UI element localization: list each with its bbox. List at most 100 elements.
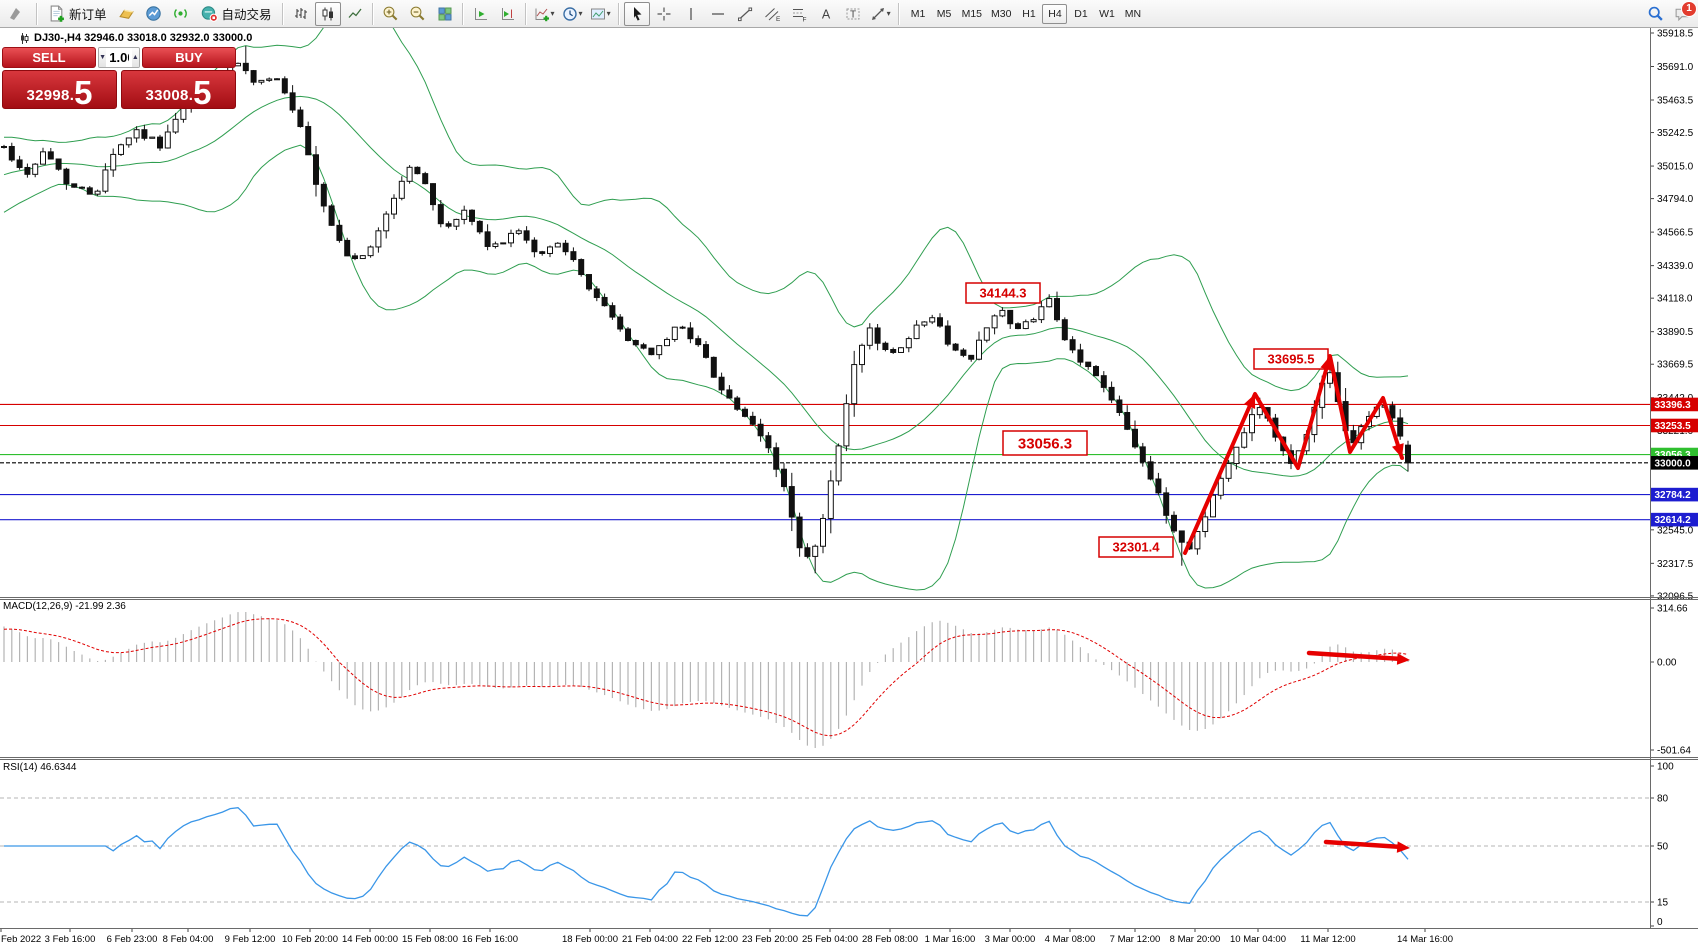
candle-body [1125,412,1130,429]
candle-body [984,328,989,340]
volume-decrease-button[interactable]: ▼ [99,48,106,67]
market-watch-button[interactable] [141,2,167,26]
svg-text:A: A [821,7,830,21]
time-tick-label: 3 Mar 00:00 [985,934,1036,945]
candle-body [1250,415,1255,433]
shapes-tool-button[interactable]: ▾ [867,2,894,26]
tab-timeframe-h4[interactable]: H4 [1042,4,1067,24]
chart-shift-button[interactable] [495,2,521,26]
channel-tool-button[interactable]: E [759,2,785,26]
candle-body [945,326,950,344]
time-tick-label: 21 Feb 04:00 [622,934,678,945]
macd-axis-label: -501.64 [1657,746,1691,757]
text-label-tool-button[interactable]: T [840,2,866,26]
candle-body [828,481,833,519]
candlestick-chart-button[interactable] [315,2,341,26]
indicators-button[interactable]: ▾ [531,2,558,26]
trendline-tool-button[interactable] [732,2,758,26]
candle-body [735,398,740,409]
price-annotation-text: 33695.5 [1268,352,1315,367]
sell-price-display[interactable]: 32998.5 [2,70,117,109]
notifications-button[interactable]: 1 [1669,2,1695,26]
search-button[interactable] [1642,2,1668,26]
tab-timeframe-m30[interactable]: M30 [987,4,1015,24]
buy-price-main: 33008 [145,87,188,107]
sell-button[interactable]: SELL [2,47,96,68]
tab-timeframe-m15[interactable]: M15 [958,4,986,24]
bar-chart-button[interactable] [288,2,314,26]
candle-body [1086,362,1091,366]
candle-body [1328,373,1333,384]
tab-timeframe-m1[interactable]: M1 [906,4,931,24]
periods-button[interactable]: ▾ [559,2,586,26]
vertical-line-tool-button[interactable] [678,2,704,26]
broadcast-button[interactable] [168,2,194,26]
candle-body [25,167,30,174]
buy-button[interactable]: BUY [142,47,236,68]
tab-timeframe-d1[interactable]: D1 [1068,4,1093,24]
one-click-trading-panel: SELL ▼ ▲ BUY 32998.5 33008.5 [2,47,236,109]
candle-body [1016,324,1021,329]
price-annotation-text: 34144.3 [980,286,1027,301]
line-chart-button[interactable] [342,2,368,26]
candle-body [142,130,147,139]
time-tick-label: 18 Feb 00:00 [562,934,618,945]
zoom-out-button[interactable] [405,2,431,26]
candle-body [243,63,248,70]
candle-body [992,316,997,328]
candle-body [1211,495,1216,517]
axis-tick-label: 34794.0 [1657,194,1694,205]
time-tick-label: 10 Feb 20:00 [282,934,338,945]
candle-body [173,119,178,132]
tab-timeframe-mn[interactable]: MN [1120,4,1145,24]
auto-scroll-button[interactable] [468,2,494,26]
candle-body [438,205,443,224]
candle-body [485,232,490,247]
tab-timeframe-w1[interactable]: W1 [1094,4,1119,24]
wallet-button[interactable] [114,2,140,26]
candle-body [727,390,732,398]
crosshair-tool-button[interactable] [651,2,677,26]
toolbar-separator [282,3,284,25]
macd-pane: 314.660.00-501.64 [4,604,1691,757]
cursor-tool-button[interactable] [624,2,650,26]
candle-body [337,225,342,240]
candle-body [649,348,654,354]
axis-tick-label: 33890.5 [1657,327,1694,338]
buy-price-display[interactable]: 33008.5 [121,70,236,109]
arrow-head [1397,841,1410,852]
axis-tick-label: 35463.5 [1657,96,1694,107]
volume-input[interactable] [106,48,131,67]
text-icon: A [818,6,834,22]
price-axis: 35918.535691.035463.535242.535015.034794… [1650,29,1698,603]
candle-body [290,93,295,110]
tab-timeframe-h1[interactable]: H1 [1016,4,1041,24]
tab-timeframe-m5[interactable]: M5 [932,4,957,24]
price-tag-label: 33000.0 [1655,458,1692,469]
chart-canvas[interactable]: 35918.535691.035463.535242.535015.034794… [0,28,1698,949]
candle-body [860,345,865,364]
time-tick-label: 4 Mar 08:00 [1045,934,1096,945]
candle-body [555,243,560,247]
rsi-line [4,808,1408,916]
macd-axis-label: 314.66 [1657,604,1688,615]
text-tool-button[interactable]: A [813,2,839,26]
candle-body [119,145,124,155]
candle-body [446,224,451,227]
auto-trading-button[interactable]: 自动交易 [195,2,278,26]
horizontal-line-tool-button[interactable] [705,2,731,26]
fibonacci-tool-button[interactable]: F [786,2,812,26]
clipped-toolbar-icon[interactable] [0,1,32,27]
new-order-button[interactable]: 新订单 [42,2,113,26]
tile-windows-button[interactable] [432,2,458,26]
volume-increase-button[interactable]: ▲ [132,48,139,67]
bollinger-middle-band [4,96,1408,476]
templates-button[interactable]: ▾ [587,2,614,26]
rsi-pane: 1008050150 [0,762,1674,929]
zoom-in-button[interactable] [378,2,404,26]
arrow-head [1397,653,1410,664]
candle-body [501,243,506,244]
main-toolbar: 新订单 自动交易 [0,0,1698,28]
candle-body [1031,320,1036,322]
macd-trend-arrow[interactable] [1309,653,1402,659]
